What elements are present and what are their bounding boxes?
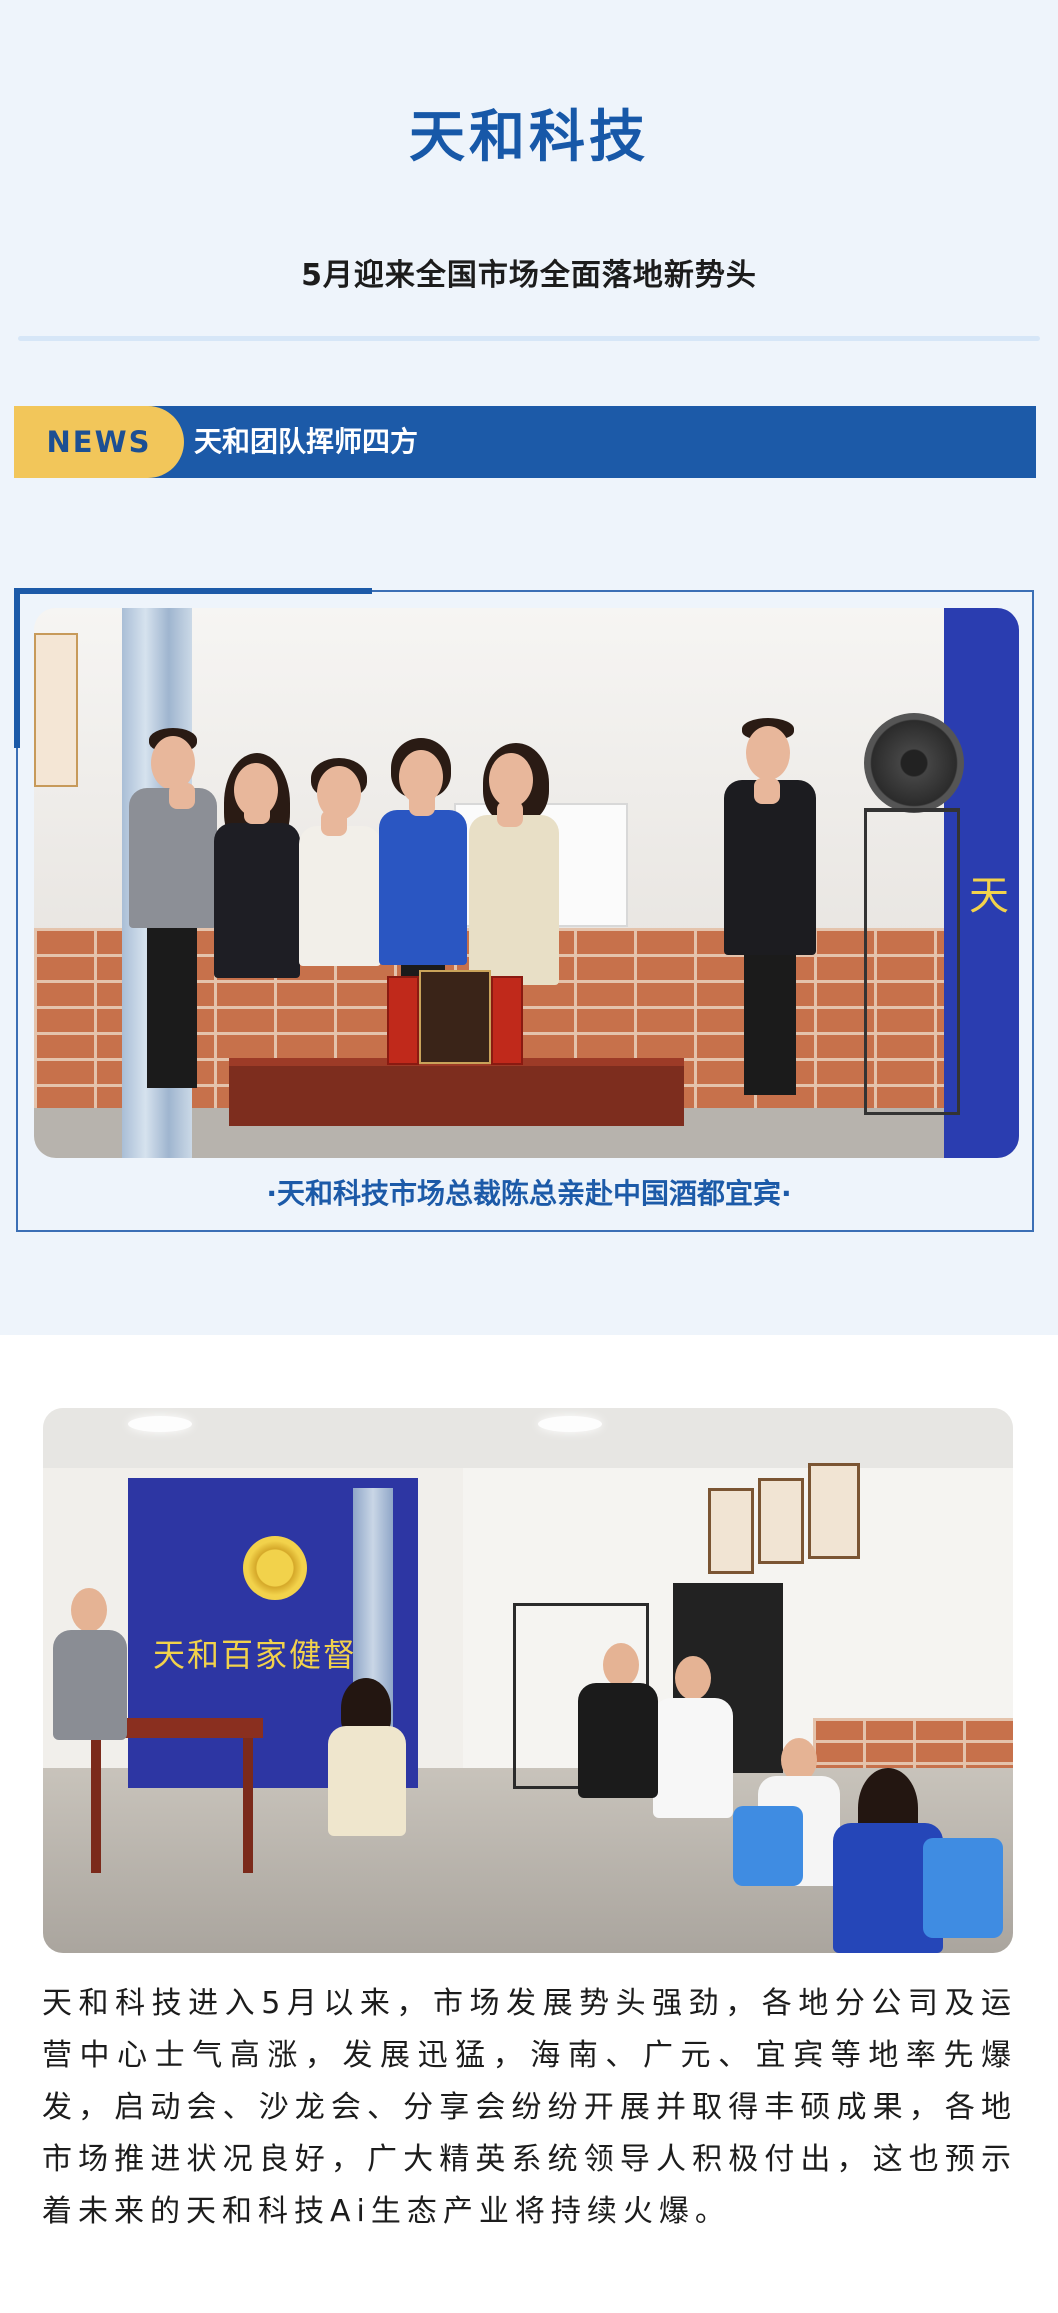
wall-chart — [808, 1463, 860, 1559]
article-paragraph: 天和科技进入5月以来，市场发展势头强劲，各地分公司及运营中心士气高涨，发展迅猛，… — [42, 1986, 1017, 2229]
desk-leg — [243, 1738, 253, 1873]
news-headline: 天和团队挥师四方 — [194, 425, 419, 458]
wall-chart — [758, 1478, 804, 1564]
wall-chart — [708, 1488, 754, 1574]
page-subtitle: 5月迎来全国市场全面落地新势头 — [301, 258, 757, 293]
attendee — [578, 1683, 658, 1798]
photo-caption: ·天和科技市场总裁陈总亲赴中国酒都宜宾· — [266, 1177, 792, 1210]
wall-character: 天 — [969, 873, 1009, 919]
wooden-table — [229, 1058, 684, 1126]
divider — [18, 336, 1040, 341]
frame-accent — [14, 588, 372, 594]
meeting-photo: 天和百家健督 — [43, 1408, 1013, 1953]
presenter — [71, 1588, 107, 1632]
news-banner: NEWS 天和团队挥师四方 — [14, 406, 1036, 478]
presenter-body — [53, 1630, 127, 1740]
ceiling-lamp — [128, 1416, 192, 1432]
frame-accent-vertical — [14, 588, 20, 748]
wall-fan — [864, 713, 964, 813]
ceiling-lamp — [538, 1416, 602, 1432]
page-title: 天和科技 — [409, 105, 649, 170]
blue-chair — [733, 1806, 803, 1886]
metal-shelf — [864, 808, 960, 1115]
wall-poster — [34, 633, 78, 787]
attendee — [675, 1656, 711, 1700]
wall-logo — [243, 1536, 307, 1600]
gift-box-left — [387, 976, 419, 1065]
attendee — [603, 1643, 639, 1687]
gift-box-right — [491, 976, 523, 1065]
wall-sign: 天和百家健督 — [153, 1636, 358, 1674]
gift-box-center — [419, 970, 491, 1064]
ceiling — [43, 1408, 1013, 1468]
attendee — [328, 1726, 406, 1836]
group-photo: 天 — [34, 608, 1019, 1158]
news-tag: NEWS — [14, 406, 184, 478]
blue-chair — [923, 1838, 1003, 1938]
attendee — [653, 1698, 733, 1818]
desk-leg — [91, 1738, 101, 1873]
